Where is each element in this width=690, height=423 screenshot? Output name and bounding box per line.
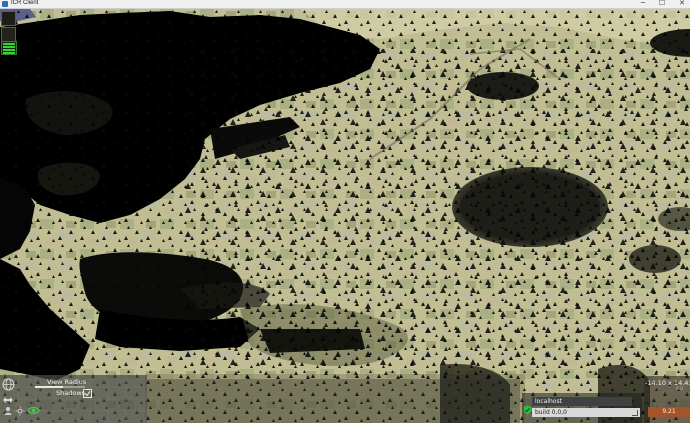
window-title: ICR Client xyxy=(11,0,39,6)
view-radius-fill xyxy=(35,386,63,388)
close-button[interactable]: ✕ xyxy=(675,0,689,8)
shadows-checkbox[interactable] xyxy=(83,389,92,398)
person-icon[interactable] xyxy=(3,406,13,416)
checkmark-icon xyxy=(84,390,91,397)
layer-toggle-button[interactable] xyxy=(1,27,16,42)
time-readout: 9.21 xyxy=(648,407,690,417)
build-version-field: build 0,0,0 xyxy=(532,408,640,417)
signal-meter xyxy=(1,41,17,55)
app-icon xyxy=(2,1,8,7)
game-window: ICR Client ─ ☐ ✕ View Radius Shadows loc… xyxy=(0,0,690,423)
minimize-button[interactable]: ─ xyxy=(636,0,650,8)
shadows-label: Shadows xyxy=(56,389,86,397)
title-bar: ICR Client ─ ☐ ✕ xyxy=(0,0,690,9)
top-left-hud xyxy=(0,9,17,59)
action-bar xyxy=(147,379,520,423)
eye-icon[interactable] xyxy=(27,405,40,416)
maximize-button[interactable]: ☐ xyxy=(655,0,669,8)
shield-status-icon xyxy=(523,405,532,415)
position-sub-readout: 0.0 xyxy=(676,387,684,392)
position-coordinates: -14.10 x 14.43 xyxy=(645,379,690,387)
expand-arrows-icon[interactable] xyxy=(2,395,14,405)
terrain-viewport[interactable] xyxy=(0,9,690,423)
server-host-input[interactable]: localhost xyxy=(532,397,632,406)
build-version-text: build 0,0,0 xyxy=(535,409,567,416)
globe-icon[interactable] xyxy=(2,378,15,391)
sun-icon[interactable] xyxy=(15,406,25,416)
map-toggle-button[interactable] xyxy=(1,11,16,26)
resize-grip-icon xyxy=(632,410,638,416)
